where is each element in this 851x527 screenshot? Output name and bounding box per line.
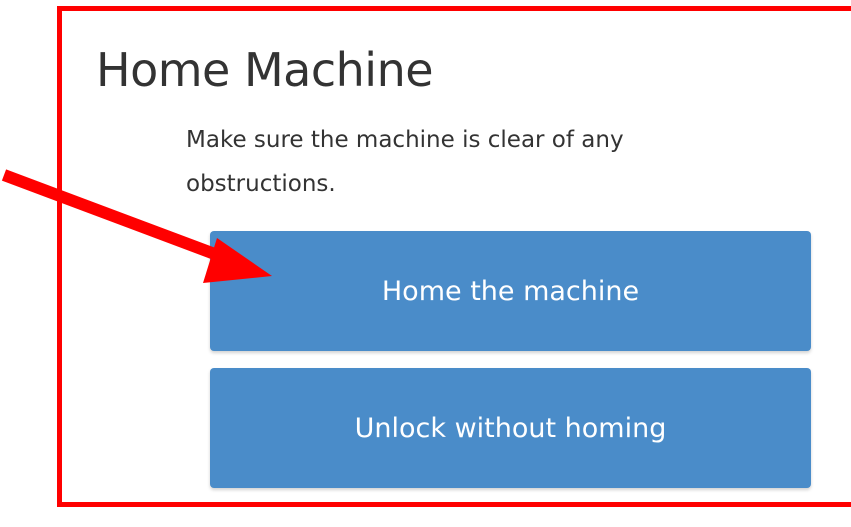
unlock-without-homing-button-label: Unlock without homing [354,412,667,444]
dialog-title: Home Machine [96,43,434,97]
home-machine-button[interactable]: Home the machine [210,231,811,351]
home-machine-button-label: Home the machine [381,275,640,307]
unlock-without-homing-button[interactable]: Unlock without homing [210,368,811,488]
dialog-message: Make sure the machine is clear of any ob… [186,127,624,197]
